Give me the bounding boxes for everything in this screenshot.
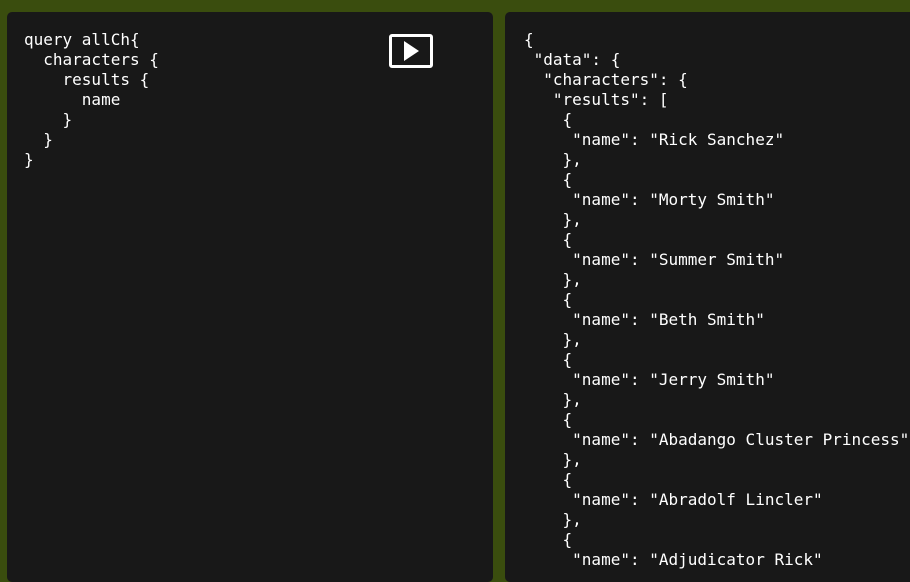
result-line: { bbox=[524, 290, 573, 309]
result-line: { bbox=[524, 470, 573, 489]
result-line: "name": "Adjudicator Rick" bbox=[524, 550, 823, 569]
result-line: { bbox=[524, 110, 573, 129]
result-line: }, bbox=[524, 450, 582, 469]
query-line: results { bbox=[24, 70, 150, 89]
result-line: "data": { bbox=[524, 50, 621, 69]
result-line: "name": "Abradolf Lincler" bbox=[524, 490, 823, 509]
result-line: "name": "Abadango Cluster Princess" bbox=[524, 430, 910, 449]
result-line: { bbox=[524, 410, 573, 429]
result-viewer-panel[interactable]: { "data": { "characters": { "results": [… bbox=[505, 12, 910, 582]
play-icon bbox=[404, 41, 419, 61]
result-line: { bbox=[524, 30, 534, 49]
query-editor[interactable]: query allCh{ characters { results { name… bbox=[24, 30, 159, 170]
result-line: { bbox=[524, 530, 573, 549]
result-line: { bbox=[524, 170, 573, 189]
result-line: "name": "Summer Smith" bbox=[524, 250, 785, 269]
query-line: } bbox=[24, 130, 53, 149]
result-line: }, bbox=[524, 330, 582, 349]
result-line: }, bbox=[524, 150, 582, 169]
result-line: { bbox=[524, 350, 573, 369]
query-line: name bbox=[24, 90, 121, 109]
result-viewer: { "data": { "characters": { "results": [… bbox=[524, 30, 909, 570]
run-query-button[interactable] bbox=[389, 34, 433, 68]
result-line: "name": "Morty Smith" bbox=[524, 190, 775, 209]
result-line: }, bbox=[524, 510, 582, 529]
result-line: }, bbox=[524, 390, 582, 409]
result-line: "name": "Rick Sanchez" bbox=[524, 130, 785, 149]
result-line: "name": "Beth Smith" bbox=[524, 310, 765, 329]
query-editor-panel[interactable]: query allCh{ characters { results { name… bbox=[7, 12, 493, 582]
result-line: "characters": { bbox=[524, 70, 688, 89]
result-line: }, bbox=[524, 270, 582, 289]
query-line: query allCh{ bbox=[24, 30, 140, 49]
query-line: characters { bbox=[24, 50, 159, 69]
result-line: "results": [ bbox=[524, 90, 669, 109]
result-line: }, bbox=[524, 210, 582, 229]
result-line: "name": "Jerry Smith" bbox=[524, 370, 775, 389]
query-line: } bbox=[24, 110, 73, 129]
query-line: } bbox=[24, 150, 34, 169]
result-line: { bbox=[524, 230, 573, 249]
